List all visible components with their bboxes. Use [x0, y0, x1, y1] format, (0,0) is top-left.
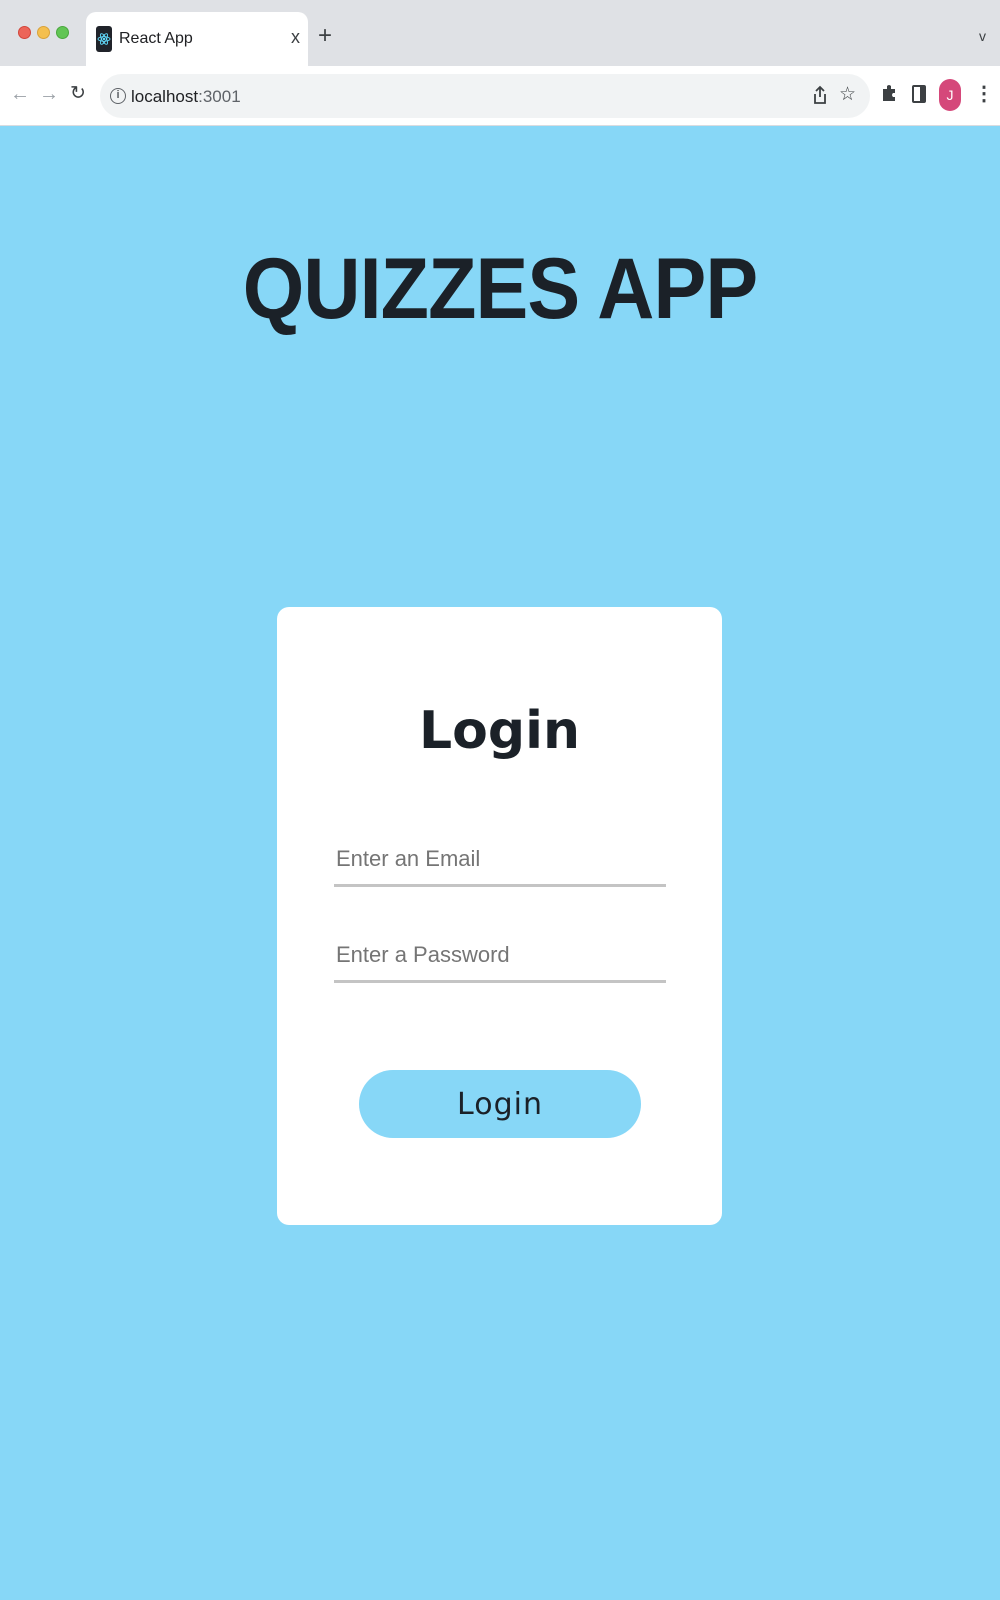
extensions-icon[interactable]: [880, 83, 898, 107]
forward-arrow-icon[interactable]: →: [39, 84, 59, 104]
maximize-window-button[interactable]: [56, 26, 69, 39]
address-bar[interactable]: i localhost:3001 ☆: [100, 74, 870, 118]
side-panel-icon[interactable]: [912, 85, 926, 103]
login-title: Login: [419, 701, 580, 761]
page-viewport: QUIZZES APP Login Login: [0, 126, 1000, 1600]
menu-icon[interactable]: ⋮: [974, 83, 994, 105]
browser-toolbar: ← → ↻ i localhost:3001 ☆ J ⋮: [0, 66, 1000, 126]
close-window-button[interactable]: [18, 26, 31, 39]
info-icon[interactable]: i: [110, 88, 126, 104]
profile-avatar[interactable]: J: [939, 79, 961, 111]
login-card: Login Login: [277, 607, 722, 1225]
browser-tab[interactable]: React App x: [86, 12, 308, 66]
app-title: QUIZZES APP: [242, 241, 758, 337]
browser-tab-strip: React App x + v: [0, 0, 1000, 66]
new-tab-icon[interactable]: +: [318, 24, 332, 48]
url-port: :3001: [198, 87, 241, 106]
url-host: localhost: [131, 87, 199, 106]
tab-close-icon[interactable]: x: [291, 27, 300, 47]
share-icon[interactable]: [812, 85, 828, 110]
url-text[interactable]: localhost:3001: [131, 87, 241, 107]
password-field[interactable]: [334, 929, 666, 983]
react-logo-icon: [96, 26, 112, 52]
tab-title: React App: [119, 30, 193, 47]
back-arrow-icon[interactable]: ←: [10, 84, 30, 104]
minimize-window-button[interactable]: [37, 26, 50, 39]
reload-icon[interactable]: ↻: [70, 84, 86, 104]
login-button[interactable]: Login: [359, 1070, 641, 1138]
star-icon[interactable]: ☆: [839, 85, 856, 105]
email-field[interactable]: [334, 833, 666, 887]
tab-search-chevron-icon[interactable]: v: [979, 28, 986, 44]
